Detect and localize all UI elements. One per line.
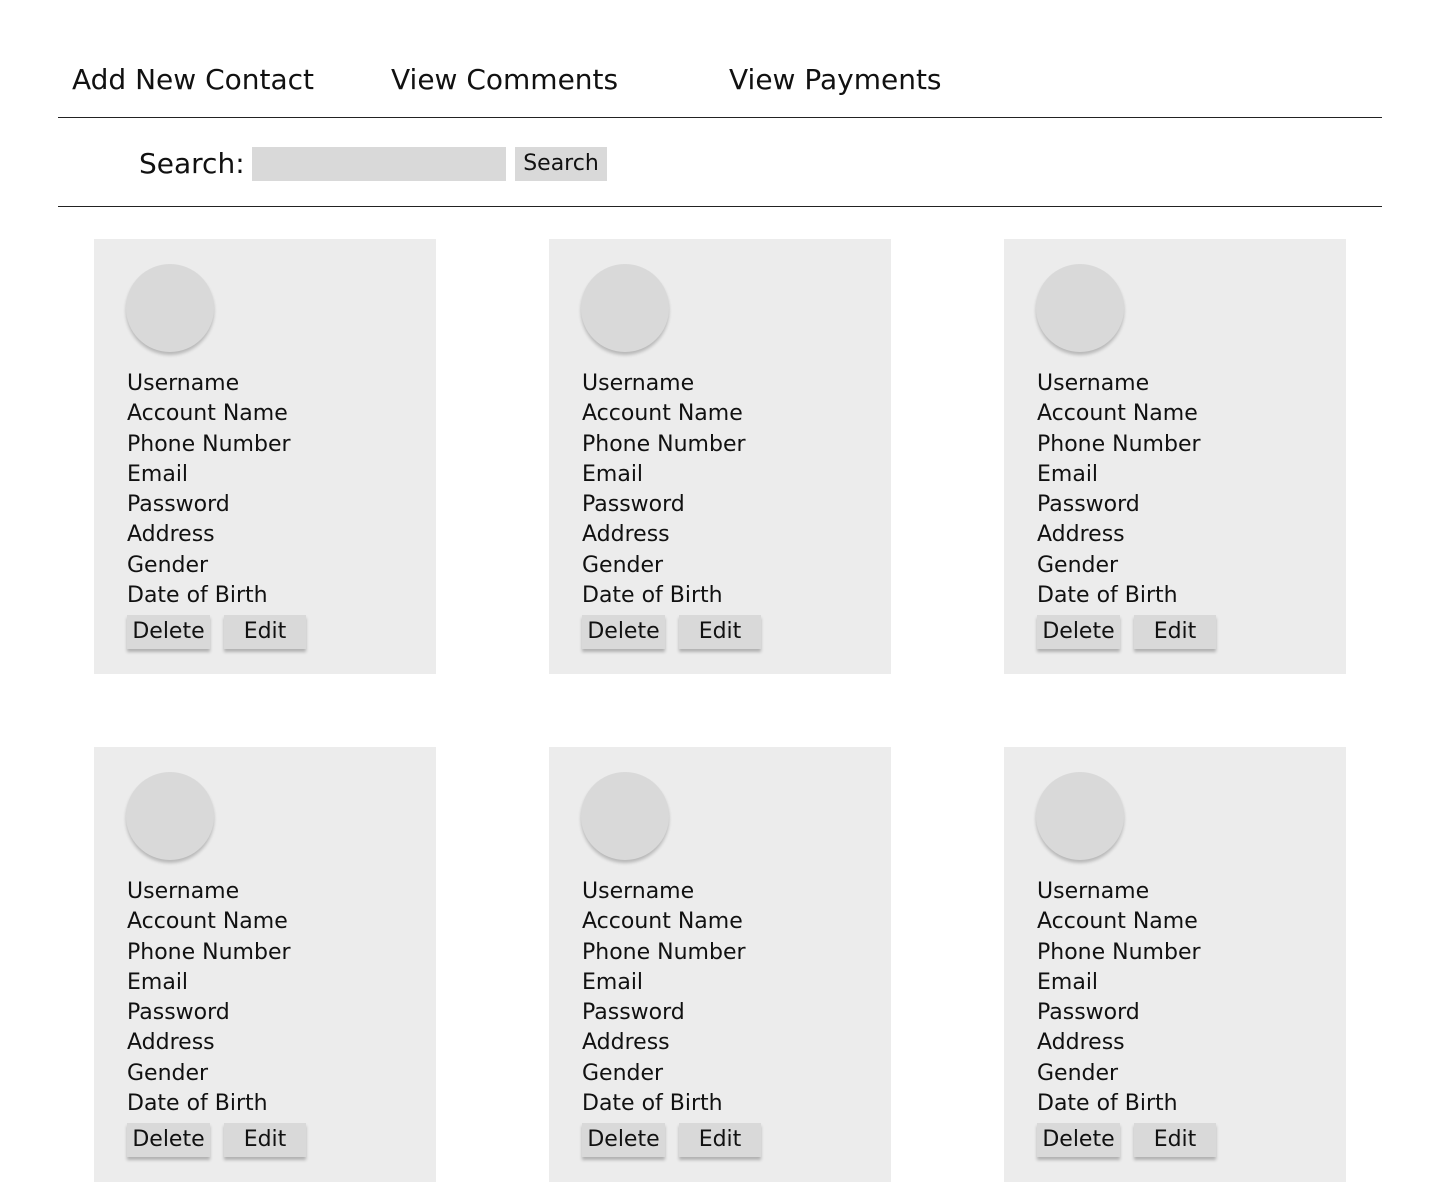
field-username: Username bbox=[582, 371, 695, 396]
field-date-of-birth: Date of Birth bbox=[1037, 1091, 1178, 1117]
field-address: Address bbox=[1037, 1030, 1125, 1056]
field-gender: Gender bbox=[1037, 1060, 1119, 1086]
field-account-name: Account Name bbox=[127, 401, 288, 427]
edit-button[interactable]: Edit bbox=[1134, 1123, 1216, 1157]
nav-divider bbox=[58, 117, 1382, 118]
avatar bbox=[581, 264, 669, 352]
field-phone-number: Phone Number bbox=[127, 939, 291, 965]
field-date-of-birth: Date of Birth bbox=[582, 1091, 723, 1117]
field-username: Username bbox=[582, 879, 695, 904]
delete-button[interactable]: Delete bbox=[1037, 1123, 1120, 1157]
contact-fields: Username Account Name Phone Number Email… bbox=[1037, 369, 1201, 611]
contact-fields: Username Account Name Phone Number Email… bbox=[127, 369, 291, 611]
contact-card: Username Account Name Phone Number Email… bbox=[94, 747, 436, 1182]
avatar bbox=[126, 264, 214, 352]
delete-button[interactable]: Delete bbox=[127, 615, 210, 649]
edit-button[interactable]: Edit bbox=[679, 1123, 761, 1157]
field-account-name: Account Name bbox=[582, 909, 743, 935]
field-gender: Gender bbox=[1037, 552, 1119, 578]
field-address: Address bbox=[127, 1030, 215, 1056]
view-payments-link[interactable]: View Payments bbox=[729, 62, 942, 98]
field-phone-number: Phone Number bbox=[1037, 431, 1201, 457]
field-address: Address bbox=[582, 522, 670, 548]
search-input[interactable] bbox=[252, 147, 506, 181]
delete-button[interactable]: Delete bbox=[582, 615, 665, 649]
delete-button[interactable]: Delete bbox=[1037, 615, 1120, 649]
field-phone-number: Phone Number bbox=[582, 431, 746, 457]
field-phone-number: Phone Number bbox=[582, 939, 746, 965]
avatar bbox=[1036, 264, 1124, 352]
contact-card: Username Account Name Phone Number Email… bbox=[549, 747, 891, 1182]
field-email: Email bbox=[1037, 969, 1099, 995]
delete-button[interactable]: Delete bbox=[582, 1123, 665, 1157]
edit-button[interactable]: Edit bbox=[1134, 615, 1216, 649]
field-username: Username bbox=[127, 371, 240, 396]
field-username: Username bbox=[127, 879, 240, 904]
contact-card: Username Account Name Phone Number Email… bbox=[1004, 239, 1346, 674]
edit-button[interactable]: Edit bbox=[679, 615, 761, 649]
field-gender: Gender bbox=[582, 1060, 664, 1086]
edit-button[interactable]: Edit bbox=[224, 615, 306, 649]
field-gender: Gender bbox=[127, 552, 209, 578]
avatar bbox=[126, 772, 214, 860]
field-email: Email bbox=[127, 969, 189, 995]
field-username: Username bbox=[1037, 879, 1150, 904]
contact-card: Username Account Name Phone Number Email… bbox=[94, 239, 436, 674]
delete-button[interactable]: Delete bbox=[127, 1123, 210, 1157]
view-comments-link[interactable]: View Comments bbox=[391, 62, 618, 98]
edit-button[interactable]: Edit bbox=[224, 1123, 306, 1157]
top-nav: Add New Contact View Comments View Payme… bbox=[0, 58, 1440, 102]
field-address: Address bbox=[127, 522, 215, 548]
field-date-of-birth: Date of Birth bbox=[1037, 583, 1178, 609]
contact-card: Username Account Name Phone Number Email… bbox=[1004, 747, 1346, 1182]
field-password: Password bbox=[582, 492, 685, 518]
search-button[interactable]: Search bbox=[515, 147, 607, 181]
field-email: Email bbox=[582, 969, 644, 995]
search-divider bbox=[58, 206, 1382, 207]
contact-grid: Username Account Name Phone Number Email… bbox=[94, 239, 1346, 1182]
avatar bbox=[1036, 772, 1124, 860]
field-gender: Gender bbox=[127, 1060, 209, 1086]
contact-card: Username Account Name Phone Number Email… bbox=[549, 239, 891, 674]
contact-fields: Username Account Name Phone Number Email… bbox=[127, 877, 291, 1119]
field-address: Address bbox=[1037, 522, 1125, 548]
search-label: Search: bbox=[139, 147, 245, 180]
field-gender: Gender bbox=[582, 552, 664, 578]
field-username: Username bbox=[1037, 371, 1150, 396]
field-password: Password bbox=[127, 492, 230, 518]
field-account-name: Account Name bbox=[582, 401, 743, 427]
field-address: Address bbox=[582, 1030, 670, 1056]
field-phone-number: Phone Number bbox=[1037, 939, 1201, 965]
field-phone-number: Phone Number bbox=[127, 431, 291, 457]
field-account-name: Account Name bbox=[127, 909, 288, 935]
field-date-of-birth: Date of Birth bbox=[127, 583, 268, 609]
field-account-name: Account Name bbox=[1037, 401, 1198, 427]
field-email: Email bbox=[582, 461, 644, 487]
contact-fields: Username Account Name Phone Number Email… bbox=[582, 877, 746, 1119]
field-account-name: Account Name bbox=[1037, 909, 1198, 935]
search-bar: Search: Search bbox=[0, 146, 1440, 182]
field-date-of-birth: Date of Birth bbox=[582, 583, 723, 609]
field-password: Password bbox=[1037, 492, 1140, 518]
contact-fields: Username Account Name Phone Number Email… bbox=[1037, 877, 1201, 1119]
contact-fields: Username Account Name Phone Number Email… bbox=[582, 369, 746, 611]
add-new-contact-link[interactable]: Add New Contact bbox=[72, 62, 314, 98]
field-date-of-birth: Date of Birth bbox=[127, 1091, 268, 1117]
field-email: Email bbox=[127, 461, 189, 487]
field-email: Email bbox=[1037, 461, 1099, 487]
avatar bbox=[581, 772, 669, 860]
